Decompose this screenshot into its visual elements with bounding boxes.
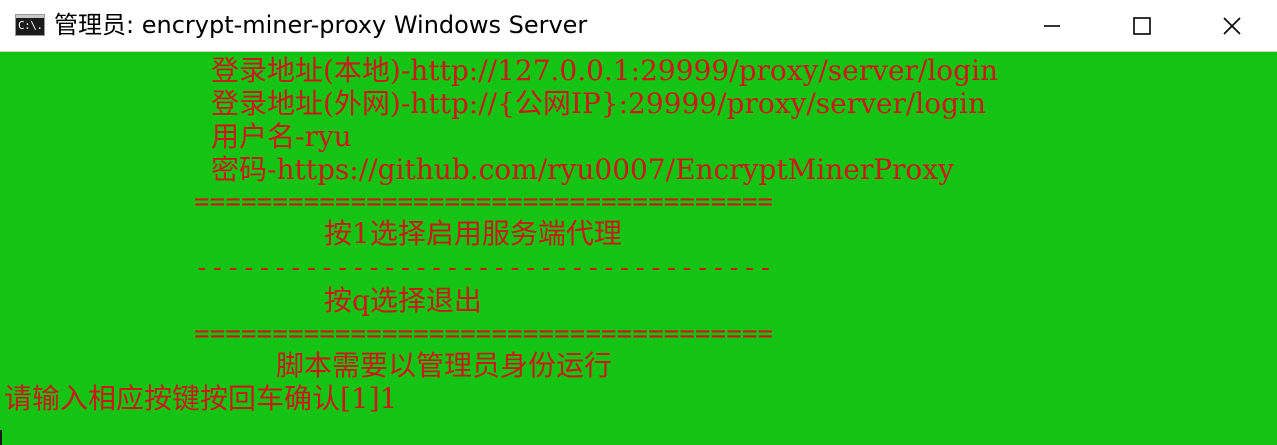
console-separator-double-2: ===================================== [194, 319, 774, 349]
console-line-local-login: 登录地址(本地)-http://127.0.0.1:29999/proxy/se… [211, 54, 999, 87]
console-line-admin-note: 脚本需要以管理员身份运行 [276, 349, 613, 382]
console-line-prompt[interactable]: 请输入相应按键按回车确认[1]1 [4, 382, 397, 416]
console-separator-double: ===================================== [194, 187, 774, 217]
minimize-icon [1044, 24, 1060, 27]
maximize-button[interactable] [1097, 0, 1187, 51]
console-app-icon-text: C:\. [18, 19, 43, 32]
console-line-public-login: 登录地址(外网)-http://{公网IP}:29999/proxy/serve… [211, 87, 987, 120]
console-line-option-1: 按1选择启用服务端代理 [324, 217, 622, 250]
console-cursor [0, 430, 2, 445]
close-button[interactable] [1187, 0, 1277, 51]
console-output[interactable]: 登录地址(本地)-http://127.0.0.1:29999/proxy/se… [0, 52, 1277, 445]
close-icon [1223, 16, 1241, 35]
title-bar[interactable]: C:\. 管理员: encrypt-miner-proxy Windows Se… [0, 0, 1277, 52]
minimize-button[interactable] [1007, 0, 1097, 51]
window-title: 管理员: encrypt-miner-proxy Windows Server [54, 11, 588, 39]
console-line-password: 密码-https://github.com/ryu0007/EncryptMin… [211, 153, 954, 186]
console-line-option-q: 按q选择退出 [324, 284, 482, 317]
console-app-icon[interactable]: C:\. [15, 14, 45, 36]
console-separator-single: ------------------------------------- [194, 253, 774, 283]
console-line-username: 用户名-ryu [211, 120, 352, 153]
console-window: C:\. 管理员: encrypt-miner-proxy Windows Se… [0, 0, 1277, 445]
maximize-icon [1133, 16, 1151, 35]
